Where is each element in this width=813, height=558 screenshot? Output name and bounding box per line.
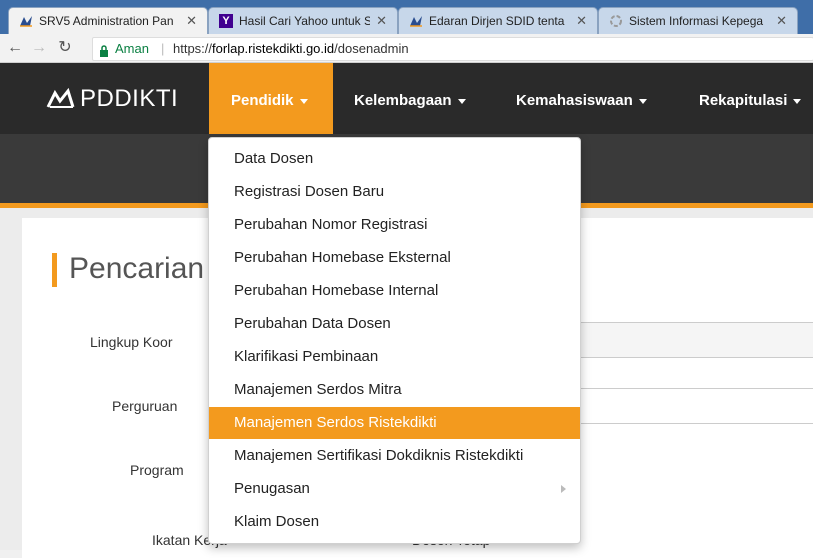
menu-item-perubahan-data-dosen[interactable]: Perubahan Data Dosen xyxy=(209,308,580,340)
close-icon[interactable]: ✕ xyxy=(576,13,587,29)
ristekdikti-logo-icon xyxy=(409,14,423,28)
security-label: Aman xyxy=(115,41,149,56)
menu-item-data-dosen[interactable]: Data Dosen xyxy=(209,143,580,175)
browser-toolbar: ← → ↻ Aman | https://forlap.ristekdikti.… xyxy=(0,34,813,63)
caret-down-icon xyxy=(299,98,308,104)
menu-item-label: Penugasan xyxy=(234,480,310,497)
label-perguruan: Perguruan xyxy=(112,398,178,414)
menu-item-registrasi-dosen-baru[interactable]: Registrasi Dosen Baru xyxy=(209,176,580,208)
pddikti-logo-icon xyxy=(46,87,76,110)
menu-item-klarifikasi-pembinaan[interactable]: Klarifikasi Pembinaan xyxy=(209,341,580,373)
close-icon[interactable]: ✕ xyxy=(186,13,197,29)
omnibox-separator: | xyxy=(161,41,165,56)
brand[interactable]: PDDIKTI xyxy=(46,85,178,113)
label-lingkup: Lingkup Koor xyxy=(90,334,173,350)
close-icon[interactable]: ✕ xyxy=(376,13,387,29)
caret-down-icon xyxy=(457,98,466,104)
tab-title: SRV5 Administration Pan xyxy=(39,14,174,28)
submenu-arrow-icon xyxy=(561,485,566,493)
caret-down-icon xyxy=(793,98,802,104)
url-prefix: https:// xyxy=(173,41,213,56)
nav-label: Rekapitulasi xyxy=(699,92,788,109)
menu-item-perubahan-homebase-eksternal[interactable]: Perubahan Homebase Eksternal xyxy=(209,242,580,274)
pendidik-dropdown-menu: Data Dosen Registrasi Dosen Baru Perubah… xyxy=(208,137,581,544)
menu-item-penugasan[interactable]: Penugasan xyxy=(209,473,580,505)
url-path: /dosenadmin xyxy=(334,41,409,56)
nav-label: Kemahasiswaan xyxy=(516,92,633,109)
nav-kelembagaan[interactable]: Kelembagaan xyxy=(354,63,466,134)
url-host: forlap.ristekdikti.go.id xyxy=(212,41,335,56)
menu-item-perubahan-homebase-internal[interactable]: Perubahan Homebase Internal xyxy=(209,275,580,307)
menu-item-manajemen-serdos-mitra[interactable]: Manajemen Serdos Mitra xyxy=(209,374,580,406)
page-title: Pencarian xyxy=(69,252,205,285)
menu-item-manajemen-sertifikasi-dokdiknis[interactable]: Manajemen Sertifikasi Dokdiknis Ristekdi… xyxy=(209,440,580,472)
lingkup-field[interactable] xyxy=(552,322,813,358)
browser-tab[interactable]: Edaran Dirjen SDID tenta ✕ xyxy=(398,7,598,34)
loading-icon xyxy=(609,14,623,28)
browser-tab[interactable]: Y Hasil Cari Yahoo untuk S ✕ xyxy=(208,7,398,34)
menu-item-manajemen-serdos-ristekdikti[interactable]: Manajemen Serdos Ristekdikti xyxy=(209,407,580,439)
lock-icon xyxy=(99,42,109,57)
title-accent-bar xyxy=(52,253,57,287)
caret-down-icon xyxy=(638,98,647,104)
yahoo-icon: Y xyxy=(219,14,233,28)
forward-arrow-icon[interactable]: → xyxy=(30,38,48,58)
site-navbar: PDDIKTI Pendidik Kelembagaan Kemahasiswa… xyxy=(0,63,813,134)
nav-label: Kelembagaan xyxy=(354,92,452,109)
tab-title: Hasil Cari Yahoo untuk S xyxy=(239,14,371,28)
label-program: Program xyxy=(130,462,184,478)
tab-title: Sistem Informasi Kepega xyxy=(629,14,764,28)
brand-name: PDDIKTI xyxy=(80,85,179,112)
menu-item-perubahan-nomor-registrasi[interactable]: Perubahan Nomor Registrasi xyxy=(209,209,580,241)
url-text: https://forlap.ristekdikti.go.id/dosenad… xyxy=(173,38,409,60)
reload-icon[interactable]: ↻ xyxy=(56,38,74,58)
browser-tab-strip: SRV5 Administration Pan ✕ Y Hasil Cari Y… xyxy=(0,0,813,34)
perguruan-field[interactable] xyxy=(552,388,813,424)
tab-title: Edaran Dirjen SDID tenta xyxy=(429,14,565,28)
browser-tab[interactable]: Sistem Informasi Kepega ✕ xyxy=(598,7,798,34)
nav-rekapitulasi[interactable]: Rekapitulasi xyxy=(699,63,802,134)
nav-label: Pendidik xyxy=(231,92,294,109)
ristekdikti-logo-icon xyxy=(19,14,33,28)
menu-item-klaim-dosen[interactable]: Klaim Dosen xyxy=(209,506,580,538)
nav-kemahasiswaan[interactable]: Kemahasiswaan xyxy=(516,63,647,134)
close-icon[interactable]: ✕ xyxy=(776,13,787,29)
nav-pendidik[interactable]: Pendidik xyxy=(209,63,333,134)
back-arrow-icon[interactable]: ← xyxy=(6,38,24,58)
browser-tab[interactable]: SRV5 Administration Pan ✕ xyxy=(8,7,208,34)
address-bar[interactable]: Aman | https://forlap.ristekdikti.go.id/… xyxy=(92,37,813,61)
